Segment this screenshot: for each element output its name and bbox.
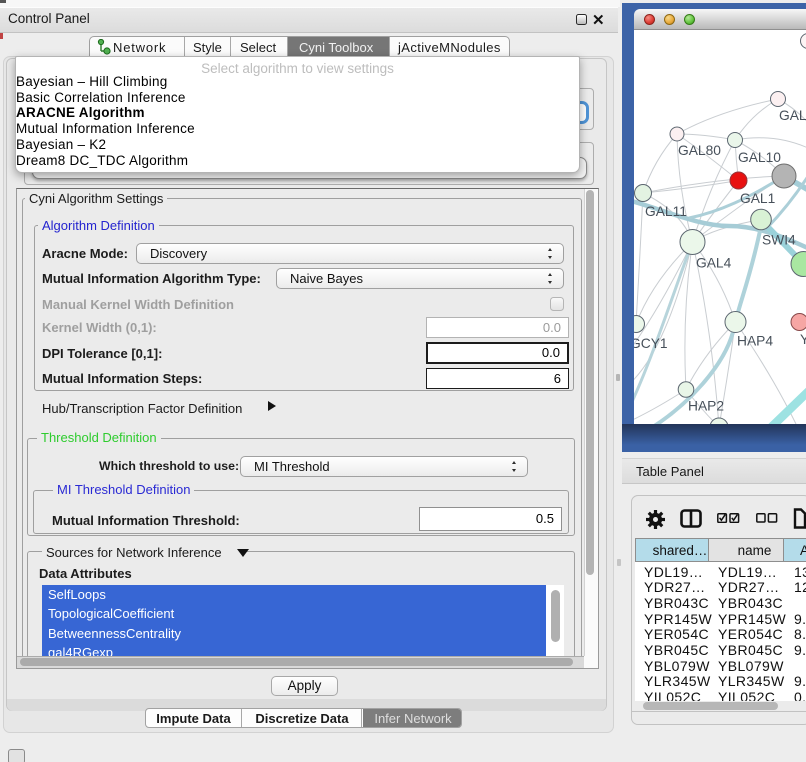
svg-text:GAL80: GAL80 [678, 143, 721, 158]
svg-text:HAP2: HAP2 [688, 399, 724, 414]
svg-text:SWI4: SWI4 [762, 233, 796, 248]
svg-text:Y: Y [800, 332, 806, 347]
svg-text:GAL1: GAL1 [740, 191, 775, 206]
svg-text:GCY1: GCY1 [634, 336, 668, 351]
svg-text:GAL2: GAL2 [779, 108, 806, 123]
svg-text:HAP4: HAP4 [737, 334, 773, 349]
svg-text:GAL4: GAL4 [696, 256, 732, 271]
svg-text:GAL10: GAL10 [738, 150, 781, 165]
svg-text:GAL11: GAL11 [645, 204, 687, 219]
